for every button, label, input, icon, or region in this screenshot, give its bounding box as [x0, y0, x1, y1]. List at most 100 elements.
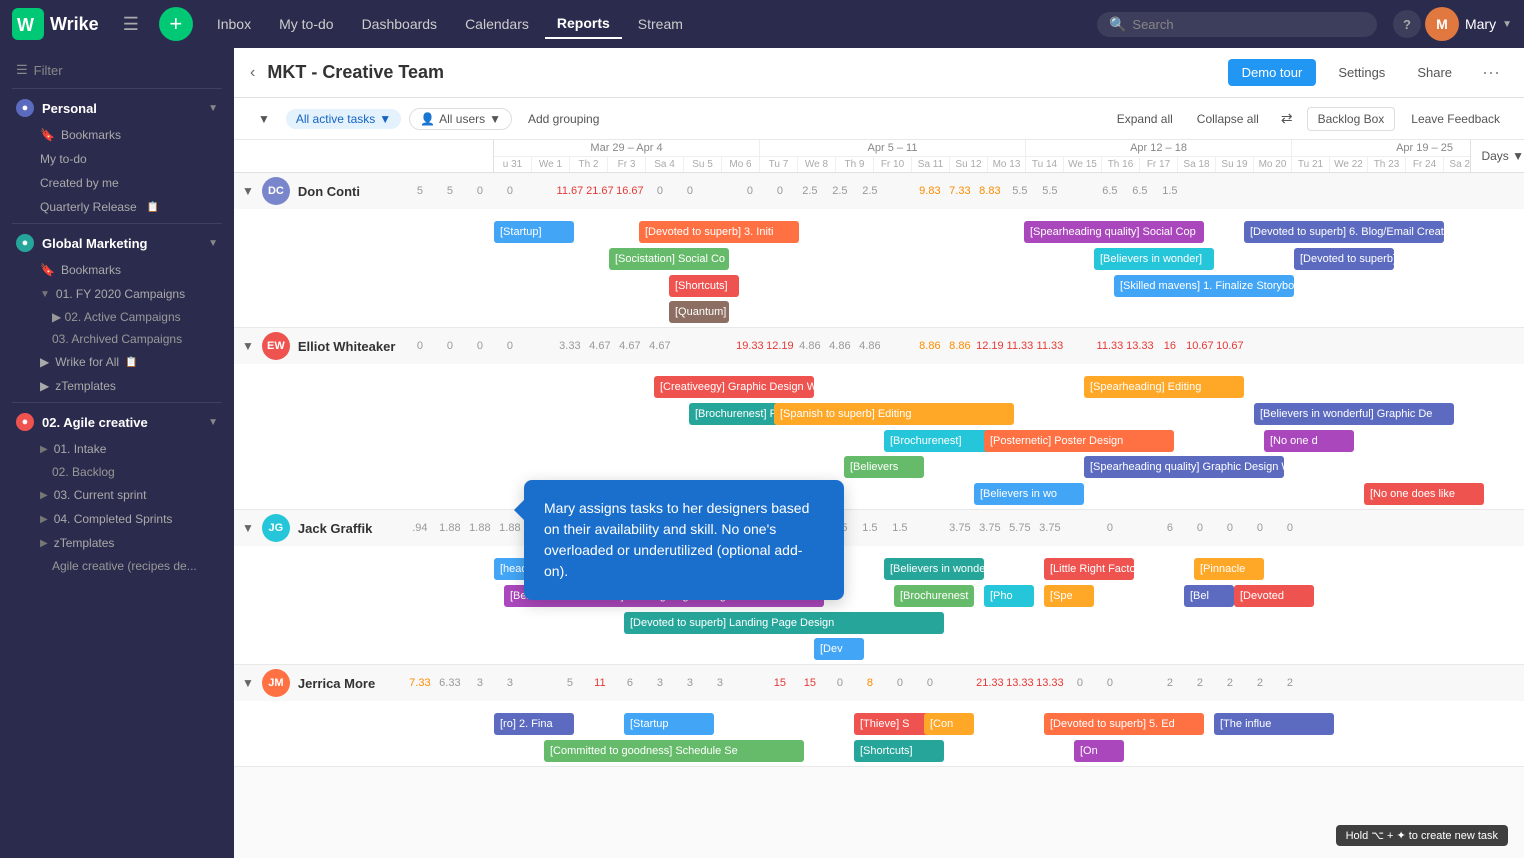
content-area: ‹ MKT - Creative Team Demo tour Settings…: [234, 48, 1524, 858]
sidebar-item-wrike-for-all[interactable]: ▶ Wrike for All 📋: [0, 350, 234, 374]
task-bar[interactable]: [Quantum]: [669, 301, 729, 323]
more-button[interactable]: ···: [1474, 58, 1508, 87]
task-bar[interactable]: [Posternetic] Poster Design: [984, 430, 1174, 452]
help-button[interactable]: ?: [1393, 10, 1421, 38]
sidebar-item-global-marketing[interactable]: ● Global Marketing ▼: [0, 228, 234, 258]
task-bar[interactable]: [Brochurenest: [894, 585, 974, 607]
share-button[interactable]: Share: [1407, 59, 1462, 86]
demo-tour-button[interactable]: Demo tour: [1228, 59, 1317, 86]
task-bar[interactable]: [Spearheading] Editing: [1084, 376, 1244, 398]
collapse-person-button[interactable]: ▼: [242, 339, 254, 353]
task-bar[interactable]: [Committed to goodness] Schedule Se: [544, 740, 804, 762]
add-button[interactable]: +: [159, 7, 193, 41]
person-number: 0: [766, 185, 794, 197]
task-bar[interactable]: [Pinnacle: [1194, 558, 1264, 580]
task-bar[interactable]: [Believers: [844, 456, 924, 478]
collapse-person-button[interactable]: ▼: [242, 184, 254, 198]
task-bar[interactable]: [Spearheading quality] Social Cop: [1024, 221, 1204, 243]
task-bar[interactable]: [Little Right Factor] P: [1044, 558, 1134, 580]
task-bar[interactable]: [Devoted to superb] Landing Page Design: [624, 612, 944, 634]
task-bar[interactable]: [Devoted to superb] 6. Blog/Email Creati…: [1244, 221, 1444, 243]
task-bar[interactable]: [Devoted to superb] S: [1294, 248, 1394, 270]
task-bar[interactable]: [Devoted to superb] 3. Initi: [639, 221, 799, 243]
sidebar-item-archived-campaigns[interactable]: 03. Archived Campaigns: [0, 328, 234, 350]
task-bar[interactable]: [Believers in wonder]: [1094, 248, 1214, 270]
task-bar[interactable]: [Startup: [624, 713, 714, 735]
task-bar[interactable]: [Bel: [1184, 585, 1234, 607]
settings-button[interactable]: Settings: [1328, 59, 1395, 86]
task-bar[interactable]: [No one does like: [1364, 483, 1484, 505]
sidebar-item-agile-recipes[interactable]: Agile creative (recipes de...: [0, 555, 234, 577]
search-input[interactable]: [1132, 17, 1332, 32]
task-bar[interactable]: [Spearheading quality] Graphic Design Wo…: [1084, 456, 1284, 478]
sidebar-item-personal[interactable]: ● Personal ▼: [0, 93, 234, 123]
task-bar[interactable]: [Socistation] Social Co: [609, 248, 729, 270]
sidebar-item-intake[interactable]: ▶ 01. Intake: [0, 437, 234, 461]
sidebar-item-bookmarks2[interactable]: 🔖 Bookmarks: [0, 258, 234, 282]
backlog-box-button[interactable]: Backlog Box: [1307, 107, 1396, 131]
task-bar[interactable]: [Devoted to superb] 5. Ed: [1044, 713, 1204, 735]
gantt-area[interactable]: Mar 29 – Apr 4u 31We 1Th 2Fr 3Sa 4Su 5Mo…: [234, 140, 1524, 858]
nav-mytodo[interactable]: My to-do: [267, 10, 345, 38]
filter-row[interactable]: ☰ Filter: [0, 56, 234, 84]
sidebar-item-mytodo[interactable]: My to-do: [0, 147, 234, 171]
days-selector[interactable]: Days ▼: [1470, 140, 1524, 172]
task-bar[interactable]: [Dev: [814, 638, 864, 660]
sidebar-item-bookmarks1[interactable]: 🔖 Bookmarks: [0, 123, 234, 147]
task-bar[interactable]: [Skilled mavens] 1. Finalize Storyboard: [1114, 275, 1294, 297]
task-bar[interactable]: [Devoted: [1234, 585, 1314, 607]
sidebar-item-ztemplates2[interactable]: ▶ zTemplates: [0, 531, 234, 555]
task-bar[interactable]: [Shortcuts]: [854, 740, 944, 762]
collapse-all-button[interactable]: Collapse all: [1189, 108, 1267, 130]
task-bar[interactable]: [Believers in wonder: [884, 558, 984, 580]
task-bar[interactable]: [Believers in wonderful] Graphic De: [1254, 403, 1454, 425]
task-bar[interactable]: [Pho: [984, 585, 1034, 607]
active-campaigns-label: ▶ 02. Active Campaigns: [52, 310, 181, 324]
task-bar[interactable]: [Shortcuts]: [669, 275, 739, 297]
filter-button[interactable]: ▼: [250, 108, 278, 130]
task-bar[interactable]: [The influe: [1214, 713, 1334, 735]
task-bar[interactable]: [ro] 2. Fina: [494, 713, 574, 735]
task-bar[interactable]: [Spe: [1044, 585, 1094, 607]
task-bar[interactable]: [On: [1074, 740, 1124, 762]
ztemplates1-label: zTemplates: [55, 379, 116, 393]
nav-dashboards[interactable]: Dashboards: [350, 10, 450, 38]
quarterly-icon: 📋: [147, 202, 159, 213]
person-number: 11.33: [1096, 340, 1124, 352]
sidebar-item-ztemplates1[interactable]: ▶ zTemplates: [0, 374, 234, 398]
expand-all-button[interactable]: Expand all: [1109, 108, 1181, 130]
collapse-person-button[interactable]: ▼: [242, 676, 254, 690]
settings-icon-button[interactable]: ⇄: [1275, 106, 1299, 131]
task-bar[interactable]: [Believers in wo: [974, 483, 1084, 505]
sidebar-item-agile-creative[interactable]: ● 02. Agile creative ▼: [0, 407, 234, 437]
nav-stream[interactable]: Stream: [626, 10, 695, 38]
task-bar[interactable]: [Brochurenest]: [884, 430, 994, 452]
user-menu[interactable]: M Mary ▼: [1425, 7, 1512, 41]
person-number: 0: [916, 677, 944, 689]
sidebar-item-created-by-me[interactable]: Created by me: [0, 171, 234, 195]
sidebar-item-fy2020[interactable]: ▼ 01. FY 2020 Campaigns: [0, 282, 234, 306]
task-bar[interactable]: [Con: [924, 713, 974, 735]
sidebar-item-completed-sprints[interactable]: ▶ 04. Completed Sprints: [0, 507, 234, 531]
sidebar-item-quarterly-release[interactable]: Quarterly Release 📋: [0, 195, 234, 219]
sidebar-item-backlog[interactable]: 02. Backlog: [0, 461, 234, 483]
add-grouping-button[interactable]: Add grouping: [520, 108, 607, 130]
sidebar-item-current-sprint[interactable]: ▶ 03. Current sprint: [0, 483, 234, 507]
task-bar[interactable]: [Creativeegy] Graphic Design Work: [654, 376, 814, 398]
active-tasks-filter[interactable]: All active tasks ▼: [286, 109, 401, 129]
nav-reports[interactable]: Reports: [545, 9, 622, 39]
person-number: 0: [496, 185, 524, 197]
leave-feedback-button[interactable]: Leave Feedback: [1403, 108, 1508, 130]
all-users-filter[interactable]: 👤 All users ▼: [409, 108, 512, 130]
task-bar[interactable]: [No one d: [1264, 430, 1354, 452]
hamburger-button[interactable]: ☰: [115, 10, 147, 39]
task-bar[interactable]: [Startup]: [494, 221, 574, 243]
task-bar[interactable]: [Thieve] S: [854, 713, 934, 735]
nav-calendars[interactable]: Calendars: [453, 10, 541, 38]
chevron-icon: ▼: [208, 103, 218, 114]
nav-inbox[interactable]: Inbox: [205, 10, 263, 38]
sidebar-item-active-campaigns[interactable]: ▶ 02. Active Campaigns: [0, 306, 234, 328]
collapse-person-button[interactable]: ▼: [242, 521, 254, 535]
back-button[interactable]: ‹: [250, 64, 255, 82]
task-bar[interactable]: [Spanish to superb] Editing: [774, 403, 1014, 425]
